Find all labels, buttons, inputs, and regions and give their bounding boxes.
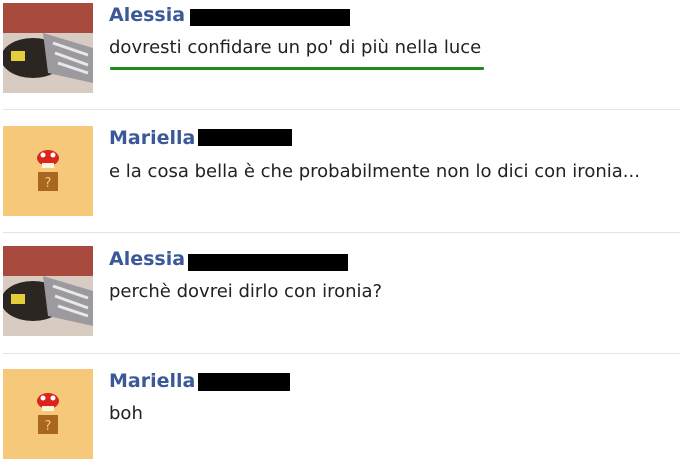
shoes-photo-icon (3, 246, 93, 336)
author-name[interactable]: Alessia (109, 248, 185, 270)
message-text: e la cosa bella è che probabilmente non … (109, 161, 640, 182)
avatar[interactable] (3, 3, 93, 93)
svg-text:?: ? (45, 419, 52, 434)
mushroom-block-icon: ? (3, 126, 93, 216)
message-text: perchè dovrei dirlo con ironia? (109, 281, 383, 302)
mushroom-block-icon: ? (3, 369, 93, 459)
avatar[interactable]: ? (3, 126, 93, 216)
redacted-surname (198, 373, 290, 391)
message-text: dovresti confidare un po' di più nella l… (109, 37, 482, 58)
author-name[interactable]: Alessia (109, 4, 185, 26)
chat-message: ? Mariella boh (0, 354, 680, 466)
chat-message: Alessia dovresti confidare un po' di più… (0, 0, 680, 108)
avatar[interactable]: ? (3, 369, 93, 459)
redacted-surname (190, 9, 350, 26)
text-underline (110, 67, 484, 70)
author-name[interactable]: Mariella (109, 370, 195, 392)
redacted-surname (188, 254, 348, 271)
redacted-surname (198, 129, 292, 146)
shoes-photo-icon (3, 3, 93, 93)
avatar[interactable] (3, 246, 93, 336)
chat-message: Alessia perchè dovrei dirlo con ironia? (0, 233, 680, 353)
author-name[interactable]: Mariella (109, 127, 195, 149)
chat-message: ? Mariella e la cosa bella è che probabi… (0, 110, 680, 232)
svg-text:?: ? (45, 176, 52, 191)
message-text: boh (109, 403, 143, 424)
